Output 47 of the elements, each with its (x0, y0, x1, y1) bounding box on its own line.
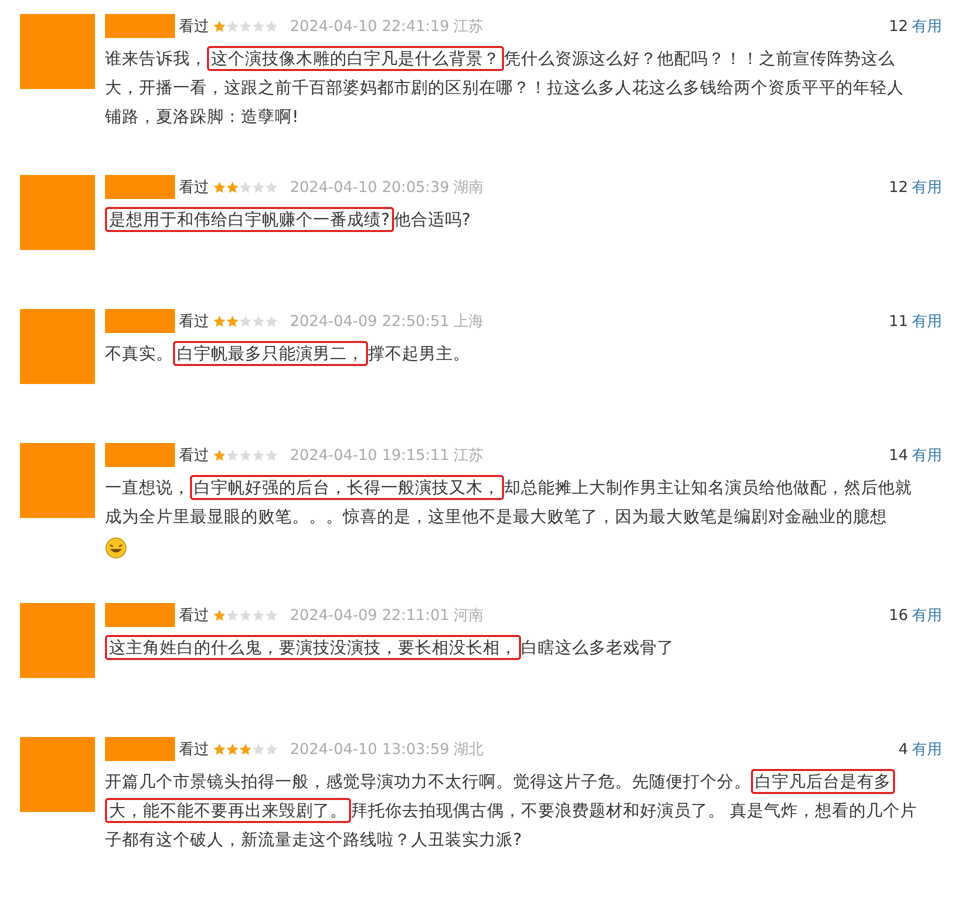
review-time: 2024-04-10 20:05:39 (290, 178, 450, 196)
vote-count: 14 (888, 446, 908, 464)
review-text: 谁来告诉我， 这个演技像木雕的白宇凡是什么背景？ 凭什么资源这么好？他配吗？！！之前宣传阵势这么大，开播一看，这跟之前千百部婆妈都市剧的区别在哪？！拉这么多人花这么多钱给两个资质平平的年轻人铺路，夏洛跺脚：造孽啊! (105, 44, 920, 131)
username-redaction (105, 443, 175, 467)
status-label: 看过 (179, 178, 209, 196)
review-location: 湖北 (453, 740, 484, 758)
vote-count: 4 (898, 740, 908, 758)
useful-link[interactable]: 有用 (912, 606, 942, 624)
review-time: 2024-04-09 22:11:01 (290, 606, 450, 624)
useful-link[interactable]: 有用 (912, 16, 942, 36)
review-location: 江苏 (453, 446, 484, 464)
vote-count: 11 (888, 312, 908, 330)
status-label: 看过 (179, 606, 209, 624)
review-location: 河南 (453, 606, 484, 624)
avatar[interactable] (20, 14, 95, 89)
avatar[interactable] (20, 737, 95, 812)
status-label: 看过 (179, 16, 209, 36)
username-redaction (105, 175, 175, 199)
username-redaction (105, 14, 175, 38)
username-redaction (105, 603, 175, 627)
username-redaction (105, 737, 175, 761)
useful-link[interactable]: 有用 (912, 178, 942, 196)
avatar[interactable] (20, 175, 95, 250)
review-text: 这主角姓白的什么鬼，要演技没演技，要长相没长相， 白瞎这么多老戏骨了 (105, 633, 920, 662)
status-label: 看过 (179, 312, 209, 330)
review-time: 2024-04-10 19:15:11 (290, 446, 450, 464)
review-time: 2024-04-09 22:50:51 (290, 312, 450, 330)
review-text: 是想用于和伟给白宇帆赚个一番成绩? 他合适吗? (105, 205, 920, 234)
review-location: 江苏 (453, 16, 484, 36)
review-time: 2024-04-10 13:03:59 (290, 740, 450, 758)
vote-count: 16 (888, 606, 908, 624)
review-time: 2024-04-10 22:41:19 (290, 17, 450, 35)
review-text: 一直想说， 白宇帆好强的后台，长得一般演技又木， 却总能摊上大制作男主让知名演员给他做配，然后他就成为全片里最显眼的败笔。。。惊喜的是，这里他不是最大败笔了，因为最大败笔是编剧对金融业的臆想 (105, 473, 920, 531)
review-location: 上海 (453, 312, 484, 330)
useful-link[interactable]: 有用 (912, 312, 942, 330)
username-redaction (105, 309, 175, 333)
vote-count: 12 (888, 17, 908, 35)
avatar[interactable] (20, 309, 95, 384)
useful-link[interactable]: 有用 (912, 446, 942, 464)
status-label: 看过 (179, 446, 209, 464)
status-label: 看过 (179, 740, 209, 758)
avatar[interactable] (20, 443, 95, 518)
review-text: 不真实。 白宇帆最多只能演男二， 撑不起男主。 (105, 339, 920, 368)
useful-link[interactable]: 有用 (912, 740, 942, 758)
avatar[interactable] (20, 603, 95, 678)
vote-count: 12 (888, 178, 908, 196)
review-location: 湖南 (453, 178, 484, 196)
